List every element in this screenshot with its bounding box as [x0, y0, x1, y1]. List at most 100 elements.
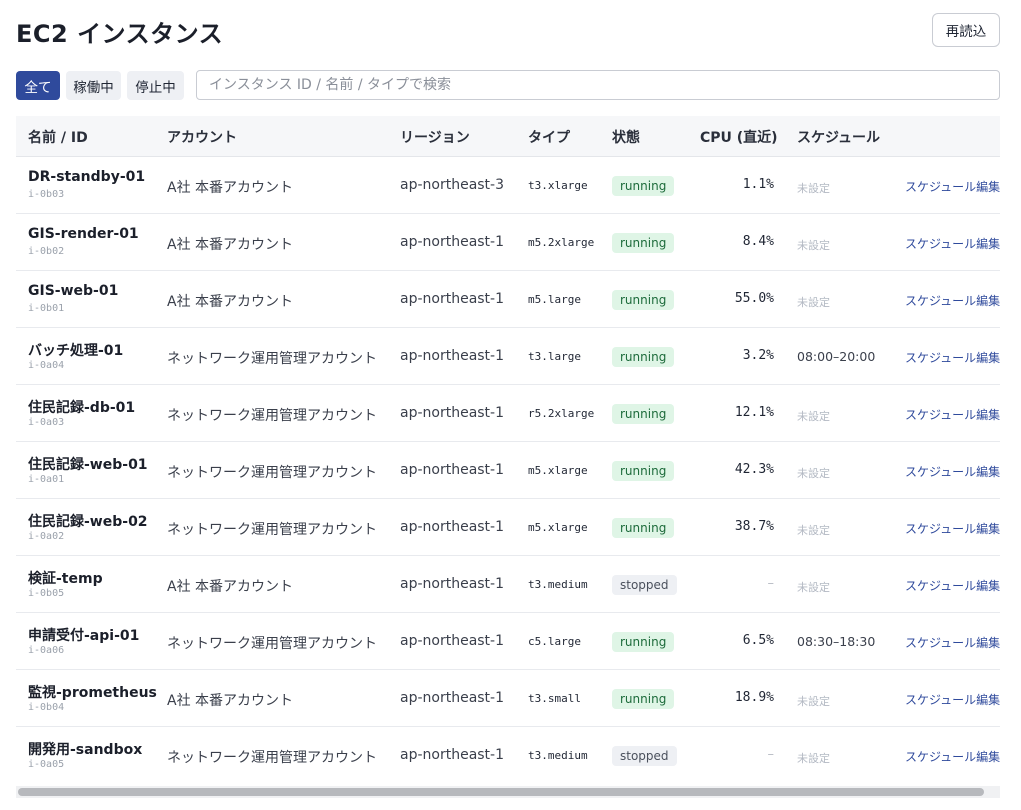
edit-schedule-link[interactable]: スケジュール編集: [905, 178, 1000, 195]
instance-name: DR-standby-01: [28, 169, 146, 185]
search-input[interactable]: [196, 70, 1000, 100]
table-row[interactable]: 住民記録-web-02 i-0a02 ネットワーク運用管理アカウント ap-north…: [16, 499, 1000, 556]
instance-type: t3.medium: [528, 749, 588, 762]
instance-name: バッチ処理-01: [28, 343, 124, 359]
schedule-value: 未設定: [797, 239, 830, 252]
schedule-value: 未設定: [797, 296, 830, 309]
region: ap-northeast-1: [400, 576, 505, 592]
status-badge: running: [612, 689, 675, 709]
edit-schedule-link[interactable]: スケジュール編集: [905, 235, 1000, 252]
table-row[interactable]: GIS-render-01 i-0b02 A社 本番アカウント ap-northeas…: [16, 214, 1000, 271]
status-badge: running: [612, 518, 675, 538]
region: ap-northeast-1: [400, 405, 505, 421]
edit-schedule-link[interactable]: スケジュール編集: [905, 748, 1000, 765]
status-badge: running: [612, 176, 675, 196]
status-badge: running: [612, 290, 675, 310]
instance-name: 住民記録-web-01: [28, 457, 148, 473]
status-badge: running: [612, 233, 675, 253]
column-header-type[interactable]: タイプ: [528, 127, 570, 147]
instance-id: i-0b05: [28, 588, 65, 599]
schedule-value: 未設定: [797, 182, 830, 195]
table-row[interactable]: バッチ処理-01 i-0a04 ネットワーク運用管理アカウント ap-northeas…: [16, 328, 1000, 385]
column-header-region[interactable]: リージョン: [400, 127, 470, 147]
account-name: ネットワーク運用管理アカウント: [167, 408, 377, 424]
status-badge: stopped: [612, 575, 677, 595]
cpu-value: –: [767, 747, 775, 762]
column-header-schedule[interactable]: スケジュール: [797, 127, 880, 147]
filter-running-button[interactable]: 稼働中: [66, 71, 121, 100]
table-row[interactable]: 住民記録-web-01 i-0a01 ネットワーク運用管理アカウント ap-north…: [16, 442, 1000, 499]
edit-schedule-link[interactable]: スケジュール編集: [905, 463, 1000, 480]
instance-name: GIS-render-01: [28, 226, 139, 242]
instance-name: 住民記録-web-02: [28, 514, 148, 530]
instance-type: m5.xlarge: [528, 521, 588, 534]
instance-id: i-0a01: [28, 474, 65, 485]
edit-schedule-link[interactable]: スケジュール編集: [905, 577, 1000, 594]
region: ap-northeast-1: [400, 462, 505, 478]
table-row[interactable]: DR-standby-01 i-0b03 A社 本番アカウント ap-northeas…: [16, 157, 1000, 214]
edit-schedule-link[interactable]: スケジュール編集: [905, 349, 1000, 366]
table-row[interactable]: 住民記録-db-01 i-0a03 ネットワーク運用管理アカウント ap-northe…: [16, 385, 1000, 442]
page-title: EC2 インスタンス: [16, 20, 224, 48]
table-row[interactable]: 申請受付-api-01 i-0a06 ネットワーク運用管理アカウント ap-north…: [16, 613, 1000, 670]
horizontal-scrollbar[interactable]: [16, 786, 1000, 798]
instance-name: 住民記録-db-01: [28, 400, 136, 416]
instance-type: t3.small: [528, 692, 581, 705]
instances-table: 名前 / ID アカウント リージョン タイプ 状態 CPU (直近) スケジュ…: [16, 116, 1000, 783]
instance-id: i-0a03: [28, 417, 65, 428]
instance-type: t3.medium: [528, 578, 588, 591]
account-name: ネットワーク運用管理アカウント: [167, 522, 377, 538]
cpu-value: 55.0%: [734, 291, 774, 306]
status-badge: running: [612, 461, 675, 481]
edit-schedule-link[interactable]: スケジュール編集: [905, 520, 1000, 537]
edit-schedule-link[interactable]: スケジュール編集: [905, 406, 1000, 423]
cpu-value: 42.3%: [734, 462, 774, 477]
schedule-value: 未設定: [797, 467, 830, 480]
instance-id: i-0a04: [28, 360, 65, 371]
column-header-state[interactable]: 状態: [612, 127, 640, 147]
instance-type: m5.2xlarge: [528, 236, 595, 249]
status-badge: running: [612, 347, 675, 367]
region: ap-northeast-1: [400, 747, 505, 763]
edit-schedule-link[interactable]: スケジュール編集: [905, 691, 1000, 708]
schedule-value: 未設定: [797, 410, 830, 423]
instance-type: m5.xlarge: [528, 464, 588, 477]
instance-id: i-0b03: [28, 189, 65, 200]
edit-schedule-link[interactable]: スケジュール編集: [905, 292, 1000, 309]
instance-type: r5.2xlarge: [528, 407, 595, 420]
schedule-value: 未設定: [797, 695, 830, 708]
instance-name: 検証-temp: [28, 571, 103, 587]
edit-schedule-link[interactable]: スケジュール編集: [905, 634, 1000, 651]
column-header-account[interactable]: アカウント: [167, 127, 237, 147]
filter-all-button[interactable]: 全て: [16, 71, 60, 100]
scrollbar-thumb[interactable]: [18, 788, 984, 796]
account-name: A社 本番アカウント: [167, 693, 294, 709]
instance-type: m5.large: [528, 293, 581, 306]
reload-button[interactable]: 再読込: [932, 13, 1000, 47]
cpu-value: 38.7%: [734, 519, 774, 534]
instance-type: t3.xlarge: [528, 179, 588, 192]
instance-id: i-0b01: [28, 303, 65, 314]
table-row[interactable]: 検証-temp i-0b05 A社 本番アカウント ap-northeast-1 t3.…: [16, 556, 1000, 613]
account-name: ネットワーク運用管理アカウント: [167, 351, 377, 367]
schedule-value: 08:00–20:00: [797, 349, 876, 364]
instance-name: GIS-web-01: [28, 283, 119, 299]
status-badge: running: [612, 404, 675, 424]
region: ap-northeast-1: [400, 690, 505, 706]
column-header-name[interactable]: 名前 / ID: [28, 127, 88, 147]
table-header: 名前 / ID アカウント リージョン タイプ 状態 CPU (直近) スケジュ…: [16, 116, 1000, 157]
instance-id: i-0a05: [28, 759, 65, 770]
table-row[interactable]: 開発用-sandbox i-0a05 ネットワーク運用管理アカウント ap-north…: [16, 727, 1000, 783]
filter-stopped-button[interactable]: 停止中: [127, 71, 184, 100]
schedule-value: 未設定: [797, 752, 830, 765]
schedule-value: 未設定: [797, 524, 830, 537]
schedule-value: 未設定: [797, 581, 830, 594]
instance-id: i-0a02: [28, 531, 65, 542]
region: ap-northeast-1: [400, 234, 505, 250]
table-row[interactable]: 監視-prometheus i-0b04 A社 本番アカウント ap-northeas…: [16, 670, 1000, 727]
column-header-cpu[interactable]: CPU (直近): [700, 127, 778, 147]
region: ap-northeast-3: [400, 177, 505, 193]
table-row[interactable]: GIS-web-01 i-0b01 A社 本番アカウント ap-northeast-1…: [16, 271, 1000, 328]
instance-id: i-0b02: [28, 246, 65, 257]
region: ap-northeast-1: [400, 519, 505, 535]
